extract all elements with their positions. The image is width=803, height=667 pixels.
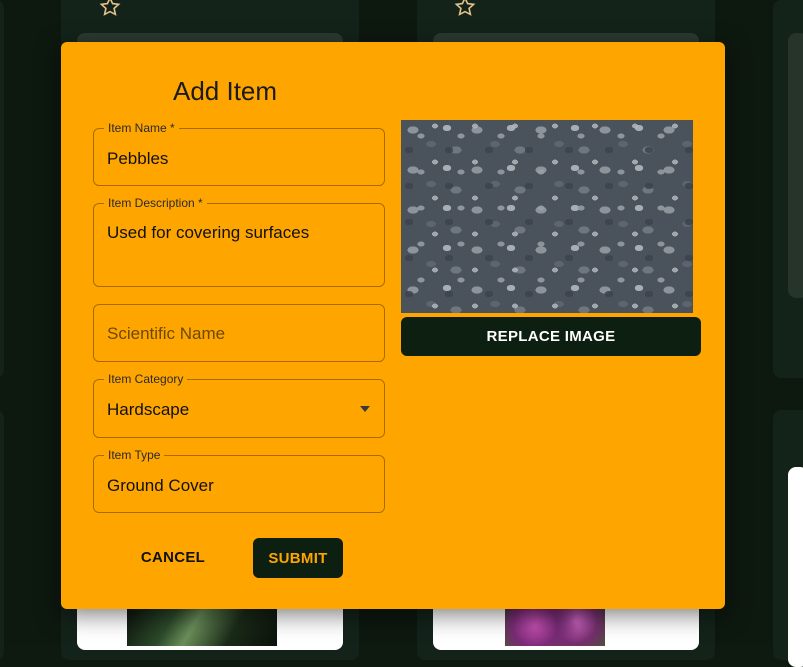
item-type-label: Item Type [104, 447, 165, 463]
submit-button[interactable]: SUBMIT [253, 538, 343, 578]
background-card [0, 410, 4, 660]
scientific-name-placeholder[interactable]: Scientific Name [107, 324, 225, 344]
flower-image [505, 605, 605, 646]
item-description-value[interactable]: Used for covering surfaces [107, 223, 309, 243]
item-description-label: Item Description * [104, 195, 207, 211]
item-category-label: Item Category [104, 371, 188, 387]
item-name-label: Item Name * [104, 120, 179, 136]
star-outline-icon[interactable] [453, 0, 477, 19]
background-card [773, 410, 803, 667]
item-type-value[interactable]: Ground Cover [107, 476, 214, 496]
item-name-field[interactable]: Item Name * Pebbles [93, 120, 385, 186]
scientific-name-field[interactable]: Scientific Name [93, 304, 385, 362]
dialog-title: Add Item [173, 76, 278, 106]
background-card [0, 0, 4, 378]
add-item-dialog: Add Item Item Name * Pebbles Item Descri… [61, 42, 725, 609]
item-name-value[interactable]: Pebbles [107, 149, 168, 169]
item-category-value[interactable]: Hardscape [107, 400, 189, 420]
background-card [773, 0, 803, 378]
plant-image [127, 605, 277, 646]
item-image-preview [401, 120, 693, 313]
item-category-select[interactable]: Item Category Hardscape [93, 371, 385, 438]
replace-image-button[interactable]: REPLACE IMAGE [401, 317, 701, 356]
item-description-field[interactable]: Item Description * Used for covering sur… [93, 195, 385, 287]
chevron-down-icon[interactable] [360, 406, 370, 412]
item-type-field[interactable]: Item Type Ground Cover [93, 447, 385, 513]
pebbles-texture [401, 120, 693, 313]
cancel-button[interactable]: CANCEL [125, 538, 221, 576]
star-outline-icon[interactable] [98, 0, 122, 19]
